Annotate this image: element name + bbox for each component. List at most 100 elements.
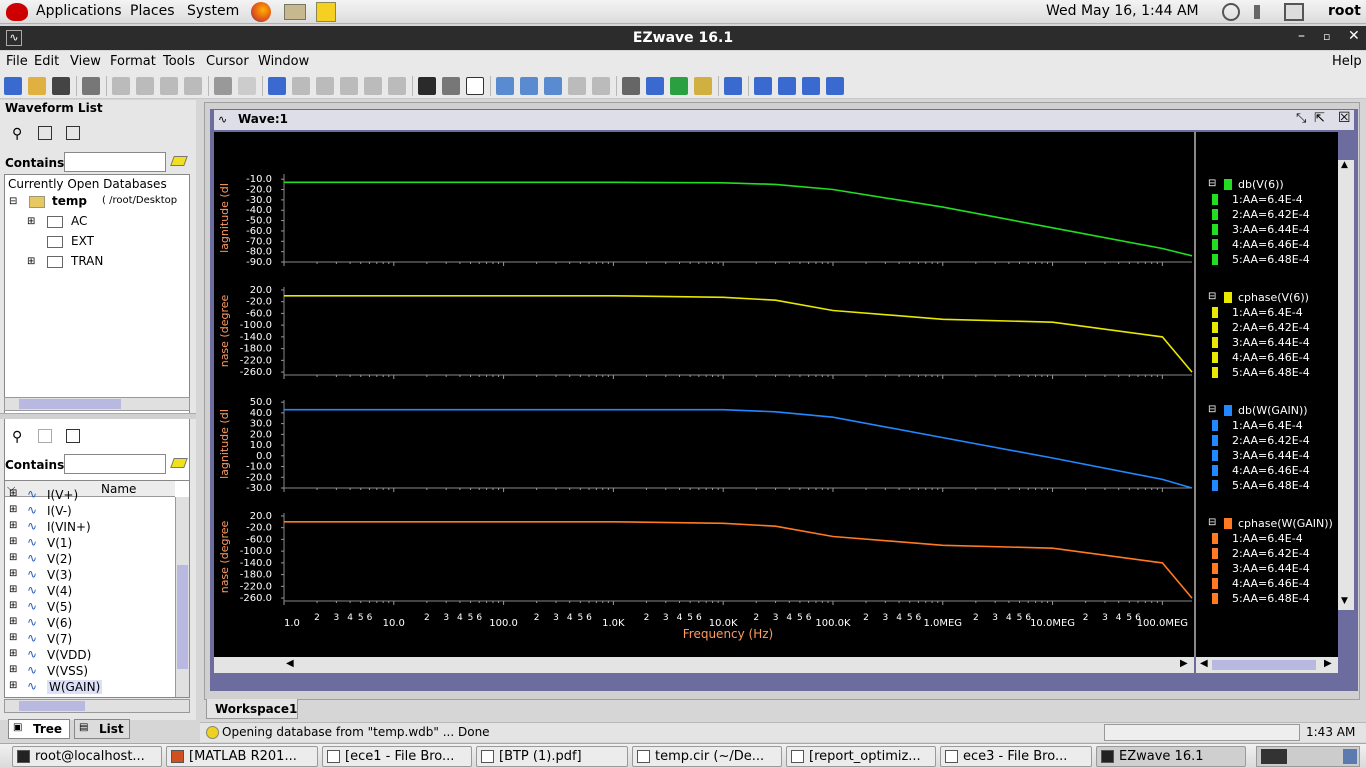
folder-ext[interactable]: EXT	[71, 234, 94, 248]
task-ece1[interactable]: [ece1 - File Bro...	[322, 746, 472, 767]
signal-row[interactable]: ⊞ ∿ I(V-)	[5, 503, 175, 519]
signal-row[interactable]: ⊞ ∿ V(7)	[5, 631, 175, 647]
open-icon[interactable]	[28, 77, 46, 95]
grid-icon[interactable]	[442, 77, 460, 95]
signal-row[interactable]: ⊞ ∿ V(4)	[5, 583, 175, 599]
expand-toggle[interactable]: ⊞	[9, 488, 17, 499]
legend-entry[interactable]: 1:AA=6.4E-4	[1212, 193, 1336, 207]
menu-edit[interactable]: Edit	[34, 54, 59, 69]
legend-header[interactable]: ⊟ cphase(V(6))	[1208, 291, 1338, 305]
flat-view-icon[interactable]	[66, 126, 80, 140]
maximize-button[interactable]: ▫	[1323, 30, 1330, 43]
find-icon[interactable]: ⚲	[12, 429, 22, 445]
move-down-icon[interactable]	[316, 77, 334, 95]
close-button[interactable]: ✕	[1348, 28, 1360, 44]
tile-grid-icon[interactable]	[826, 77, 844, 95]
db-name[interactable]: temp	[52, 194, 87, 208]
collapse-icon[interactable]	[364, 77, 382, 95]
notes-icon[interactable]	[316, 2, 336, 22]
signal-name[interactable]: V(1)	[47, 536, 72, 550]
fit-width-icon[interactable]	[724, 77, 742, 95]
cascade-icon[interactable]	[754, 77, 772, 95]
save-icon[interactable]	[52, 77, 70, 95]
legend-series-name[interactable]: db(W(GAIN))	[1238, 404, 1308, 417]
signal-row[interactable]: ⊞ ∿ I(VIN+)	[5, 519, 175, 535]
tree-hscrollbar[interactable]	[4, 397, 190, 411]
signal-name[interactable]: V(5)	[47, 600, 72, 614]
expand-icon[interactable]	[388, 77, 406, 95]
legend-series-name[interactable]: db(V(6))	[1238, 178, 1284, 191]
zoom-out-icon[interactable]	[544, 77, 562, 95]
legend-panel-scroll[interactable]	[1196, 159, 1208, 609]
expand-toggle[interactable]: ⊞	[9, 648, 17, 659]
signal-name[interactable]: I(V-)	[47, 504, 72, 518]
signal-name[interactable]: V(2)	[47, 552, 72, 566]
expand-toggle[interactable]: ⊞	[27, 216, 35, 227]
signal-vscrollbar[interactable]	[175, 497, 189, 697]
signal-name[interactable]: V(4)	[47, 584, 72, 598]
collapse-toggle[interactable]: ⊟	[9, 196, 17, 207]
task-ezwave[interactable]: EZwave 16.1	[1096, 746, 1246, 767]
copy-icon[interactable]	[136, 77, 154, 95]
legend-entry[interactable]: 3:AA=6.44E-4	[1212, 562, 1336, 576]
legend-entry[interactable]: 4:AA=6.46E-4	[1212, 577, 1336, 591]
legend-entry[interactable]: 1:AA=6.4E-4	[1212, 419, 1336, 433]
task-terminal[interactable]: root@localhost...	[12, 746, 162, 767]
zoom-prev-icon[interactable]	[568, 77, 586, 95]
legend-entry[interactable]: 4:AA=6.46E-4	[1212, 351, 1336, 365]
legend-header[interactable]: ⊟ db(V(6))	[1208, 178, 1338, 192]
measure-icon[interactable]	[646, 77, 664, 95]
contains-input-2[interactable]	[64, 454, 166, 474]
signal-row[interactable]: ⊞ ∿ V(2)	[5, 551, 175, 567]
signal-name[interactable]: V(6)	[47, 616, 72, 630]
expand-toggle[interactable]: ⊞	[9, 552, 17, 563]
volume-icon[interactable]	[1254, 5, 1268, 19]
network-icon[interactable]	[1284, 3, 1304, 21]
menu-tools[interactable]: Tools	[163, 54, 195, 69]
tree-view-icon[interactable]	[38, 126, 52, 140]
signal-name[interactable]: I(VIN+)	[47, 520, 91, 534]
menu-help[interactable]: Help	[1332, 54, 1362, 69]
legend-header[interactable]: ⊟ db(W(GAIN))	[1208, 404, 1338, 418]
signal-name[interactable]: W(GAIN)	[47, 680, 103, 694]
undo-icon[interactable]	[214, 77, 232, 95]
tile-horizontal-icon[interactable]	[778, 77, 796, 95]
task-pdf[interactable]: [BTP (1).pdf]	[476, 746, 628, 767]
expand-toggle[interactable]: ⊞	[27, 256, 35, 267]
signal-name[interactable]: V(VDD)	[47, 648, 91, 662]
signal-row[interactable]: ⊞ ∿ V(1)	[5, 535, 175, 551]
signal-row[interactable]: ⊞ ∿ V(3)	[5, 567, 175, 583]
add-cursor-icon[interactable]	[670, 77, 688, 95]
system-menu[interactable]: System	[187, 3, 239, 19]
tree-view-icon[interactable]	[38, 429, 52, 443]
split-icon[interactable]	[340, 77, 358, 95]
legend-entry[interactable]: 1:AA=6.4E-4	[1212, 306, 1336, 320]
signal-name[interactable]: V(7)	[47, 632, 72, 646]
places-menu[interactable]: Places	[130, 3, 175, 19]
legend-entry[interactable]: 4:AA=6.46E-4	[1212, 464, 1336, 478]
signal-row[interactable]: ⊞ ∿ V(6)	[5, 615, 175, 631]
expand-toggle[interactable]: ⊞	[9, 504, 17, 515]
legend-entry[interactable]: 1:AA=6.4E-4	[1212, 532, 1336, 546]
legend-series-name[interactable]: cphase(W(GAIN))	[1238, 517, 1333, 530]
tab-tree[interactable]: ▣ Tree	[8, 719, 70, 739]
signal-row[interactable]: ⊞ ∿ I(V+)	[5, 487, 175, 503]
add-wave-icon[interactable]	[268, 77, 286, 95]
zoom-fit-icon[interactable]	[496, 77, 514, 95]
clock[interactable]: Wed May 16, 1:44 AM	[1046, 3, 1199, 19]
waveform-plot[interactable]: -10.0-20.0-30.0-40.0-50.0-60.0-70.0-80.0…	[214, 132, 1194, 657]
paste-icon[interactable]	[160, 77, 178, 95]
expand-toggle[interactable]: ⊞	[9, 632, 17, 643]
user-name[interactable]: root	[1328, 3, 1361, 19]
legend-hscrollbar[interactable]: ◀ ▶	[1196, 657, 1338, 673]
legend-entry[interactable]: 2:AA=6.42E-4	[1212, 321, 1336, 335]
workspace-switcher[interactable]	[1256, 746, 1360, 767]
new-window-icon[interactable]	[4, 77, 22, 95]
redo-icon[interactable]	[238, 77, 256, 95]
legend-vscrollbar[interactable]: ▲ ▼	[1338, 160, 1354, 610]
cut-icon[interactable]	[112, 77, 130, 95]
zoom-in-icon[interactable]	[520, 77, 538, 95]
redhat-icon[interactable]	[6, 3, 28, 21]
legend-entry[interactable]: 3:AA=6.44E-4	[1212, 449, 1336, 463]
legend-entry[interactable]: 5:AA=6.48E-4	[1212, 366, 1336, 380]
